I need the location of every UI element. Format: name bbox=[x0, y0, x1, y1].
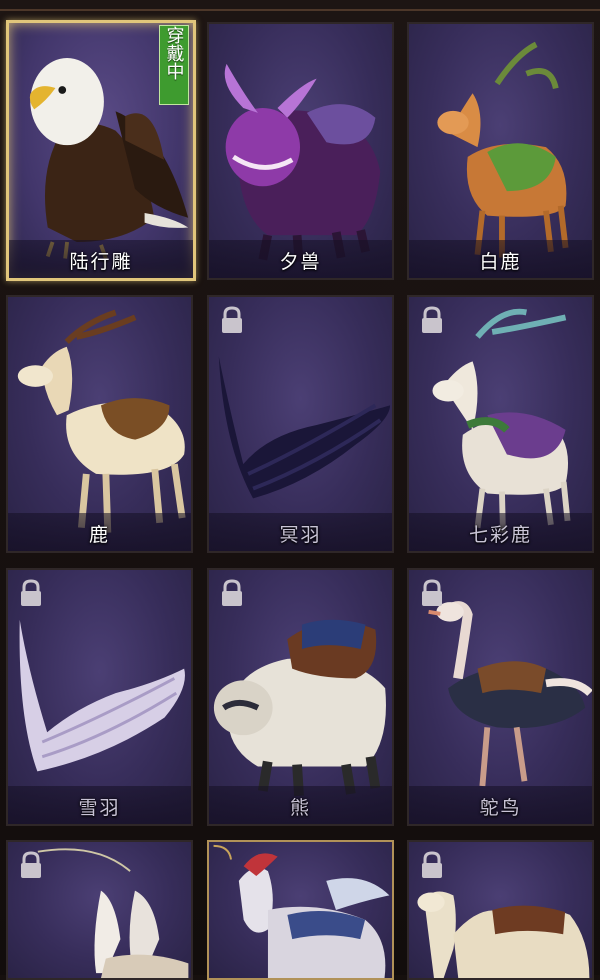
mount-card-ostrich[interactable]: 鸵鸟 bbox=[407, 568, 594, 826]
mount-grid: 穿戴中 陆行雕 夕兽 白鹿 鹿 冥羽 七彩鹿 雪羽 熊 鸵鸟 bbox=[0, 0, 600, 980]
lock-icon bbox=[222, 579, 242, 606]
mount-panel: 穿戴中 陆行雕 夕兽 白鹿 鹿 冥羽 七彩鹿 雪羽 熊 鸵鸟 bbox=[0, 0, 600, 980]
mount-name: 冥羽 bbox=[279, 524, 322, 546]
mount-card-camel[interactable] bbox=[407, 840, 594, 980]
equipped-badge-text: 穿戴中 bbox=[163, 26, 185, 80]
lock-icon bbox=[21, 851, 41, 878]
mount-name: 陆行雕 bbox=[69, 251, 133, 273]
mount-name: 七彩鹿 bbox=[468, 524, 532, 546]
mount-name: 鹿 bbox=[88, 524, 110, 546]
equipped-badge: 穿戴中 bbox=[159, 25, 189, 105]
lock-icon bbox=[422, 306, 442, 333]
mount-card-bear[interactable]: 熊 bbox=[207, 568, 394, 826]
mount-card-eagle[interactable]: 穿戴中 陆行雕 bbox=[6, 20, 196, 281]
lock-icon bbox=[21, 579, 41, 606]
mount-name: 熊 bbox=[289, 797, 311, 819]
mount-name: 夕兽 bbox=[279, 251, 322, 273]
mount-name: 雪羽 bbox=[78, 797, 121, 819]
mount-name: 白鹿 bbox=[479, 251, 522, 273]
mount-card-deer[interactable]: 鹿 bbox=[6, 295, 193, 553]
lock-icon bbox=[222, 306, 242, 333]
winged-horse-mount-image bbox=[213, 844, 390, 978]
mount-card-dark-wings[interactable]: 冥羽 bbox=[207, 295, 394, 553]
mount-card-rainbow-deer[interactable]: 七彩鹿 bbox=[407, 295, 594, 553]
mount-name: 鸵鸟 bbox=[479, 797, 522, 819]
mount-card-horse[interactable] bbox=[207, 840, 394, 980]
mount-card-snow-wings[interactable]: 雪羽 bbox=[6, 568, 193, 826]
mount-card-white-deer[interactable]: 白鹿 bbox=[407, 22, 594, 280]
mount-card-rabbit[interactable] bbox=[6, 840, 193, 980]
lock-icon bbox=[422, 579, 442, 606]
mount-card-xi-beast[interactable]: 夕兽 bbox=[207, 22, 394, 280]
lock-icon bbox=[422, 851, 442, 878]
